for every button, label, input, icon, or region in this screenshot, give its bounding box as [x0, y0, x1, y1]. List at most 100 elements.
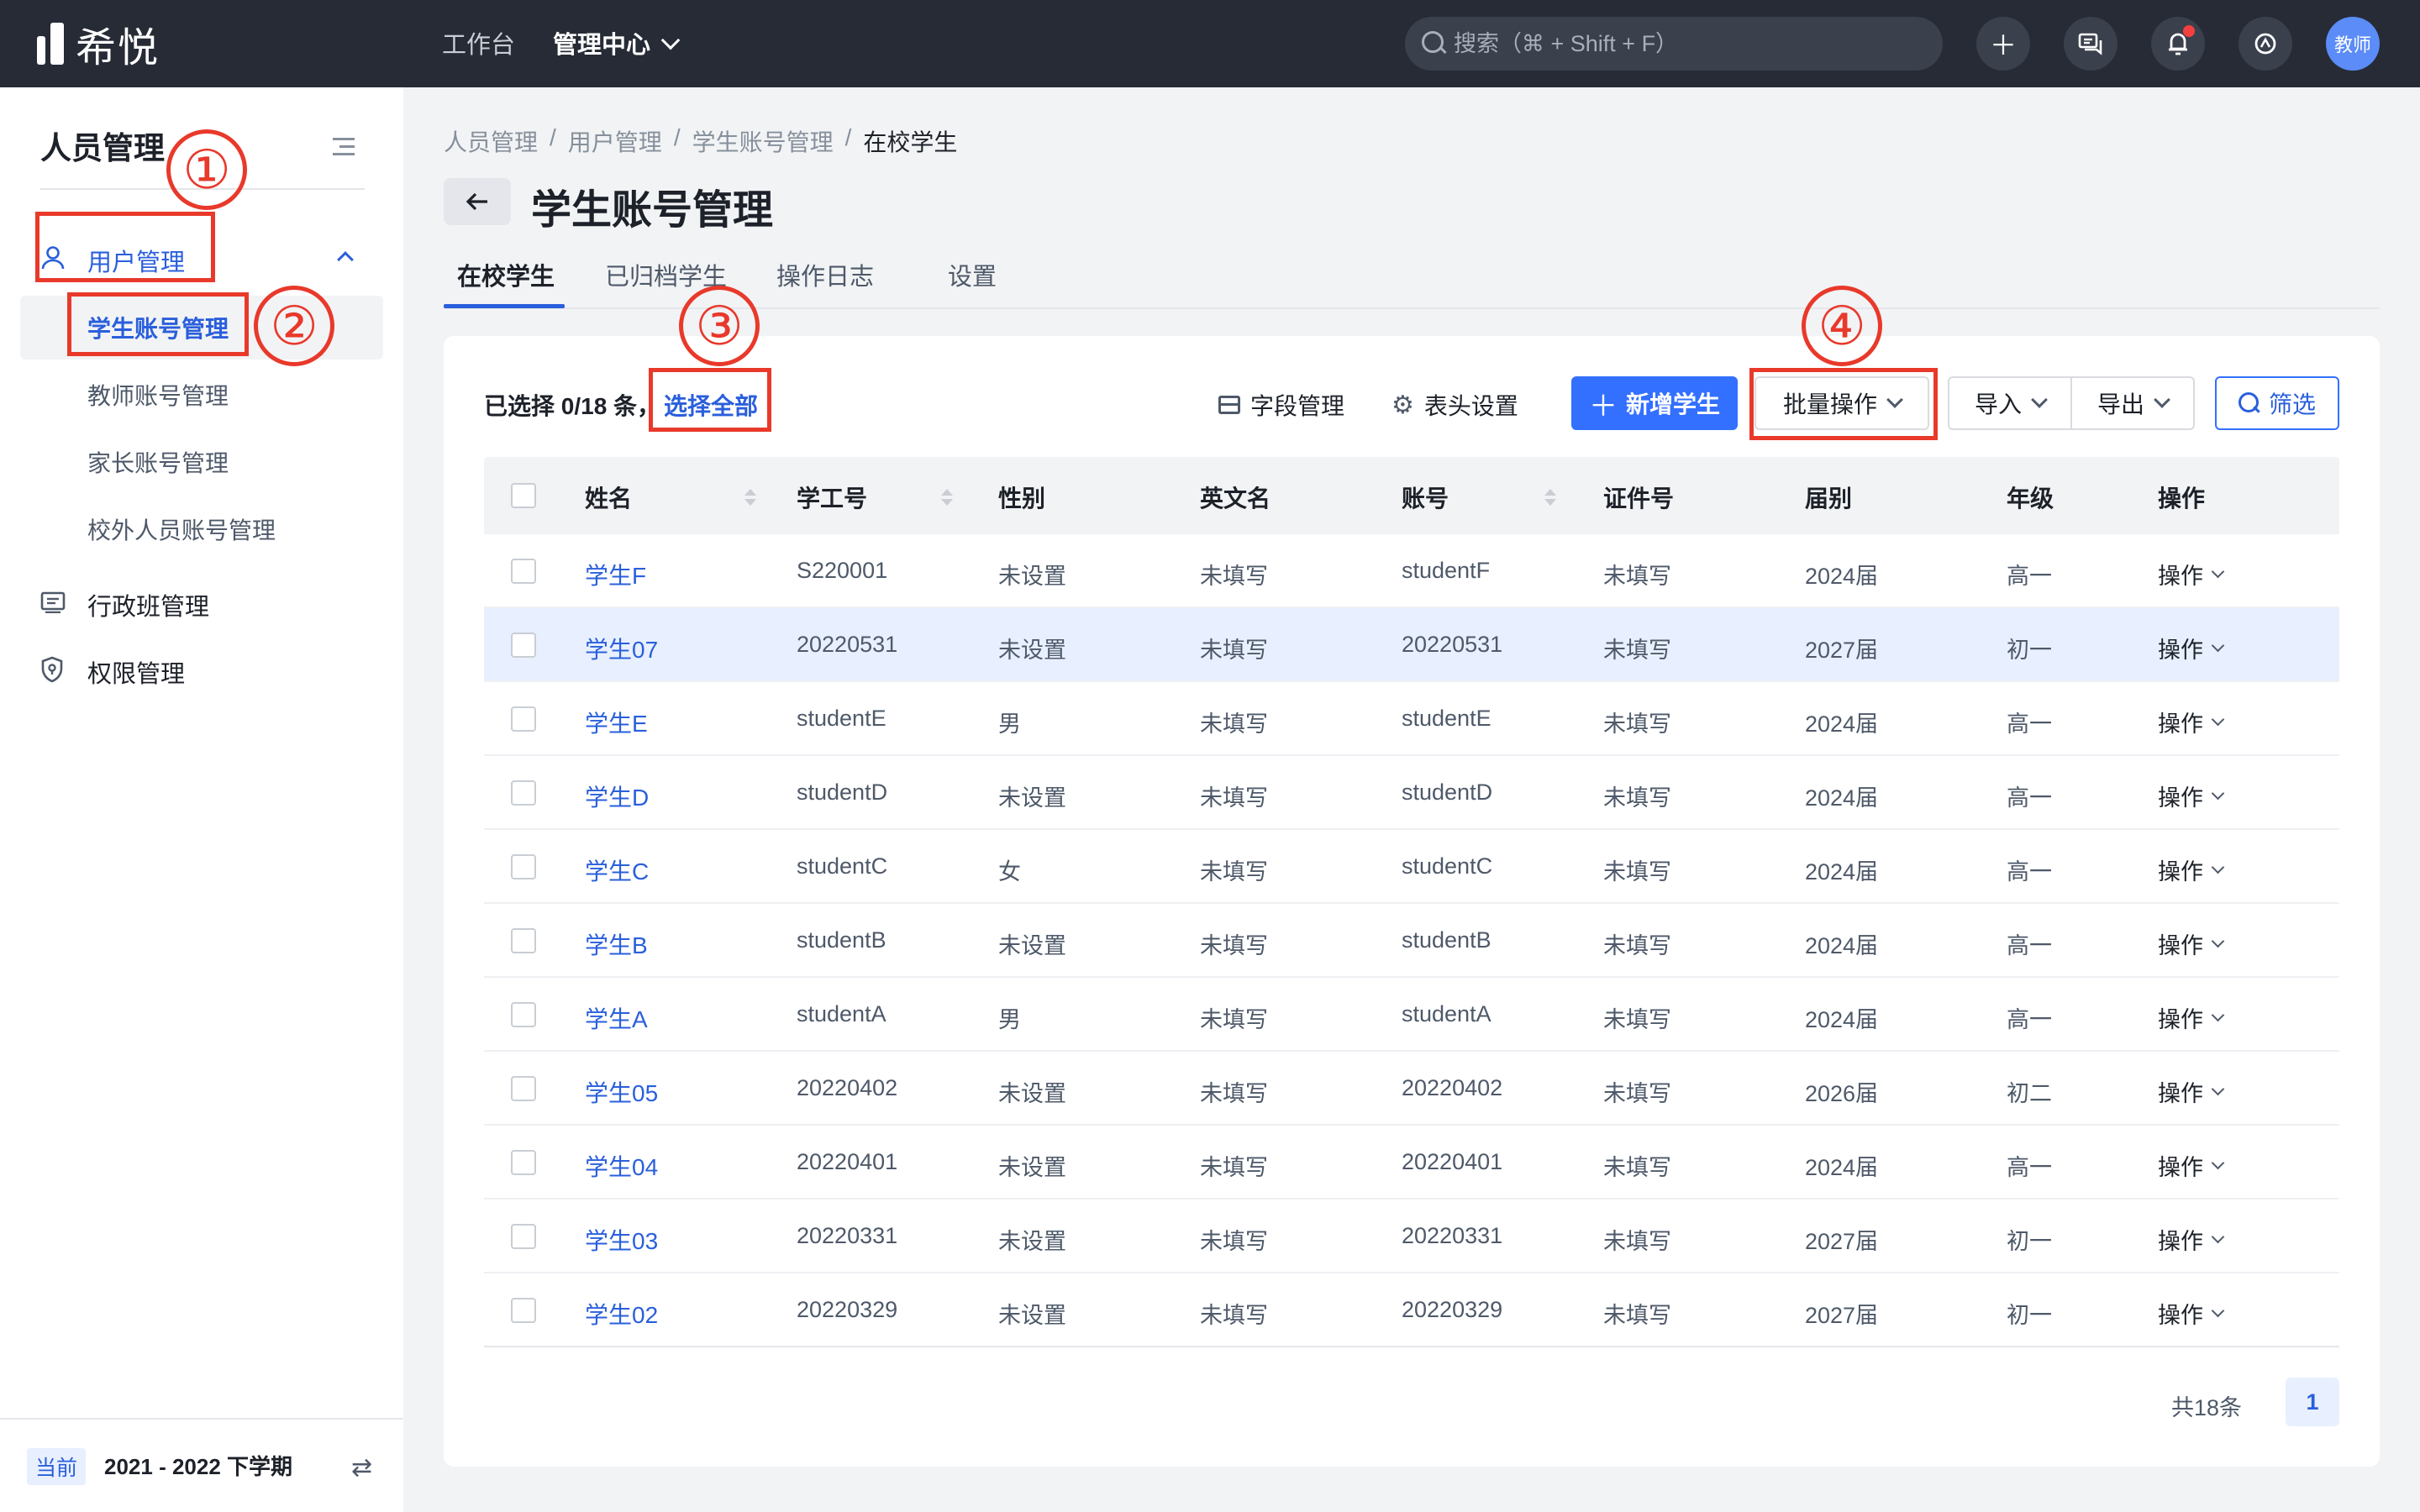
row-actions-dropdown[interactable]: 操作 — [2158, 853, 2225, 886]
app-logo[interactable]: 希悦 — [37, 20, 160, 71]
table-row[interactable]: 学生F S220001 未设置 未填写 studentF 未填写 2024届 高一 操作 — [484, 534, 2339, 608]
row-checkbox[interactable] — [511, 633, 536, 658]
tab-operation-log[interactable]: 操作日志 — [776, 257, 874, 292]
table-row[interactable]: 学生07 20220531 未设置 未填写 20220531 未填写 2027届 初一 操作 — [484, 608, 2339, 682]
chevron-up-icon[interactable] — [337, 251, 354, 268]
nav-workbench[interactable]: 工作台 — [442, 25, 515, 60]
row-actions-label: 操作 — [2158, 1303, 2203, 1328]
cell-cert-id: 未填写 — [1603, 1303, 1671, 1328]
cell-name[interactable]: 学生07 — [585, 632, 658, 665]
row-actions-dropdown[interactable]: 操作 — [2158, 1149, 2225, 1182]
row-checkbox[interactable] — [511, 928, 536, 953]
switch-term-icon[interactable]: ⇄ — [351, 1453, 372, 1483]
field-management-button[interactable]: 字段管理 — [1218, 388, 1344, 422]
search-input[interactable] — [1454, 30, 1924, 57]
pagination-page-1[interactable]: 1 — [2286, 1378, 2339, 1426]
row-actions-dropdown[interactable]: 操作 — [2158, 1001, 2225, 1034]
tab-enrolled-students[interactable]: 在校学生 — [457, 257, 555, 292]
table-row[interactable]: 学生04 20220401 未设置 未填写 20220401 未填写 2024届 高一 操作 — [484, 1126, 2339, 1200]
cell-cert-id: 未填写 — [1603, 1007, 1671, 1032]
export-button[interactable]: 导出 — [2070, 376, 2195, 430]
row-actions-label: 操作 — [2158, 564, 2203, 589]
notification-dot — [2183, 25, 2195, 37]
cell-name[interactable]: 学生05 — [585, 1075, 658, 1109]
row-actions-dropdown[interactable]: 操作 — [2158, 1297, 2225, 1330]
cell-name[interactable]: 学生D — [585, 780, 649, 813]
cell-gender: 未设置 — [998, 933, 1066, 958]
row-checkbox[interactable] — [511, 780, 536, 806]
sidebar-group-permission-management[interactable]: 权限管理 — [0, 642, 403, 697]
filter-button[interactable]: 筛选 — [2215, 376, 2339, 430]
table-row[interactable]: 学生03 20220331 未设置 未填写 20220331 未填写 2027届 初一 操作 — [484, 1200, 2339, 1273]
row-checkbox[interactable] — [511, 1076, 536, 1101]
row-actions-dropdown[interactable]: 操作 — [2158, 1223, 2225, 1256]
nav-admin-center[interactable]: 管理中心 — [553, 25, 650, 60]
logo-text: 希悦 — [76, 26, 160, 71]
sidebar-group-class-management[interactable]: 行政班管理 — [0, 575, 403, 630]
current-term-badge: 当前 — [27, 1448, 87, 1485]
add-student-button[interactable]: ＋ 新增学生 — [1571, 376, 1738, 430]
cell-name[interactable]: 学生A — [585, 1001, 648, 1035]
chevron-down-icon — [2211, 1008, 2225, 1022]
header-settings-button[interactable]: ⚙ 表头设置 — [1392, 388, 1518, 422]
sort-icon[interactable] — [941, 489, 953, 506]
cell-name[interactable]: 学生04 — [585, 1149, 658, 1183]
user-avatar[interactable]: 教师 — [2326, 17, 2380, 71]
row-actions-label: 操作 — [2158, 1229, 2203, 1254]
tab-settings[interactable]: 设置 — [948, 257, 997, 292]
table-row[interactable]: 学生05 20220402 未设置 未填写 20220402 未填写 2026届 初二 操作 — [484, 1052, 2339, 1126]
cell-account: studentE — [1402, 706, 1491, 731]
cell-name[interactable]: 学生B — [585, 927, 648, 961]
breadcrumb-item[interactable]: 学生账号管理 — [692, 124, 834, 158]
chevron-down-icon[interactable] — [660, 30, 681, 50]
cell-name[interactable]: 学生03 — [585, 1223, 658, 1257]
column-header-account[interactable]: 账号 — [1402, 480, 1556, 514]
row-actions-dropdown[interactable]: 操作 — [2158, 706, 2225, 738]
cell-name[interactable]: 学生02 — [585, 1297, 658, 1331]
row-actions-dropdown[interactable]: 操作 — [2158, 927, 2225, 960]
cell-account: studentD — [1402, 780, 1493, 805]
row-checkbox[interactable] — [511, 1298, 536, 1323]
row-checkbox[interactable] — [511, 706, 536, 732]
cell-name[interactable]: 学生C — [585, 853, 649, 887]
column-header-name[interactable]: 姓名 — [585, 480, 756, 514]
table-row[interactable]: 学生C studentC 女 未填写 studentC 未填写 2024届 高一 操作 — [484, 830, 2339, 904]
row-actions-dropdown[interactable]: 操作 — [2158, 558, 2225, 591]
cell-name[interactable]: 学生E — [585, 706, 648, 739]
table-row[interactable]: 学生E studentE 男 未填写 studentE 未填写 2024届 高一 操作 — [484, 682, 2339, 756]
cell-cert-id: 未填写 — [1603, 711, 1671, 737]
sidebar-item-parent-accounts[interactable]: 家长账号管理 — [20, 430, 383, 494]
breadcrumb-item[interactable]: 用户管理 — [568, 124, 662, 158]
table-row[interactable]: 学生D studentD 未设置 未填写 studentD 未填写 2024届 高一 操作 — [484, 756, 2339, 830]
plus-icon[interactable]: ＋ — [1976, 17, 2030, 71]
selection-count: 已选择 0/18 条， — [484, 393, 661, 419]
message-icon[interactable] — [2064, 17, 2118, 71]
row-actions-dropdown[interactable]: 操作 — [2158, 632, 2225, 664]
sort-icon[interactable] — [744, 489, 756, 506]
column-header-student-id[interactable]: 学工号 — [797, 480, 953, 514]
row-checkbox[interactable] — [511, 1224, 536, 1249]
column-label: 学工号 — [797, 486, 868, 512]
sidebar-item-teacher-accounts[interactable]: 教师账号管理 — [20, 363, 383, 427]
import-button[interactable]: 导入 — [1948, 376, 2072, 430]
row-checkbox[interactable] — [511, 559, 536, 584]
table-row[interactable]: 学生02 20220329 未设置 未填写 20220329 未填写 2027届 初一 操作 — [484, 1273, 2339, 1347]
cell-account: studentF — [1402, 558, 1491, 583]
bell-icon[interactable] — [2151, 17, 2205, 71]
sidebar-item-external-accounts[interactable]: 校外人员账号管理 — [20, 497, 383, 561]
help-icon[interactable] — [2238, 17, 2292, 71]
row-checkbox[interactable] — [511, 1150, 536, 1175]
row-checkbox[interactable] — [511, 854, 536, 879]
row-checkbox[interactable] — [511, 1002, 536, 1027]
back-button[interactable] — [444, 178, 511, 225]
breadcrumb-item[interactable]: 人员管理 — [444, 124, 538, 158]
row-actions-dropdown[interactable]: 操作 — [2158, 780, 2225, 812]
table-row[interactable]: 学生A studentA 男 未填写 studentA 未填写 2024届 高一 操作 — [484, 978, 2339, 1052]
row-actions-dropdown[interactable]: 操作 — [2158, 1075, 2225, 1108]
table-row[interactable]: 学生B studentB 未设置 未填写 studentB 未填写 2024届 高一 操作 — [484, 904, 2339, 978]
select-all-checkbox[interactable] — [511, 483, 536, 508]
global-search[interactable] — [1405, 17, 1943, 71]
collapse-sidebar-icon[interactable] — [333, 138, 355, 156]
cell-name[interactable]: 学生F — [585, 558, 646, 591]
sort-icon[interactable] — [1544, 489, 1556, 506]
